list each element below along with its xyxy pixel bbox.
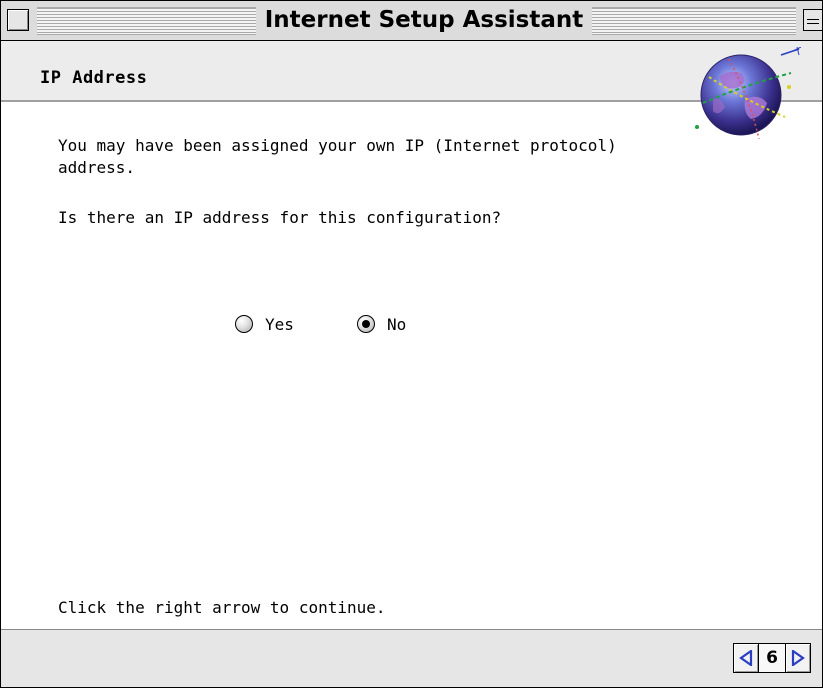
right-arrow-icon: [791, 650, 805, 666]
assistant-window: Internet Setup Assistant IP Address You …: [0, 0, 823, 688]
collapse-box[interactable]: [803, 9, 822, 31]
left-arrow-icon: [739, 650, 753, 666]
no-radio-label[interactable]: No: [387, 315, 406, 334]
navigation-bar: [1, 629, 822, 687]
yes-radio-button[interactable]: [235, 315, 253, 333]
no-radio[interactable]: No: [357, 312, 406, 336]
previous-page-button[interactable]: [733, 643, 759, 673]
continue-hint: Click the right arrow to continue.: [58, 598, 386, 617]
no-radio-button[interactable]: [357, 315, 375, 333]
window-title: Internet Setup Assistant: [258, 5, 590, 35]
title-bar[interactable]: Internet Setup Assistant: [1, 1, 822, 41]
page-title: IP Address: [40, 68, 148, 88]
page-number: 6: [759, 643, 785, 673]
intro-paragraph: You may have been assigned your own IP (…: [58, 136, 617, 177]
close-box[interactable]: [7, 9, 29, 31]
yes-radio[interactable]: Yes: [235, 312, 294, 336]
next-page-button[interactable]: [785, 643, 811, 673]
question-text: Is there an IP address for this configur…: [58, 208, 502, 227]
globe-icon: [689, 46, 809, 147]
title-bar-stripes-left: [37, 7, 256, 35]
yes-radio-label[interactable]: Yes: [265, 315, 294, 334]
title-bar-stripes-right: [592, 7, 796, 35]
